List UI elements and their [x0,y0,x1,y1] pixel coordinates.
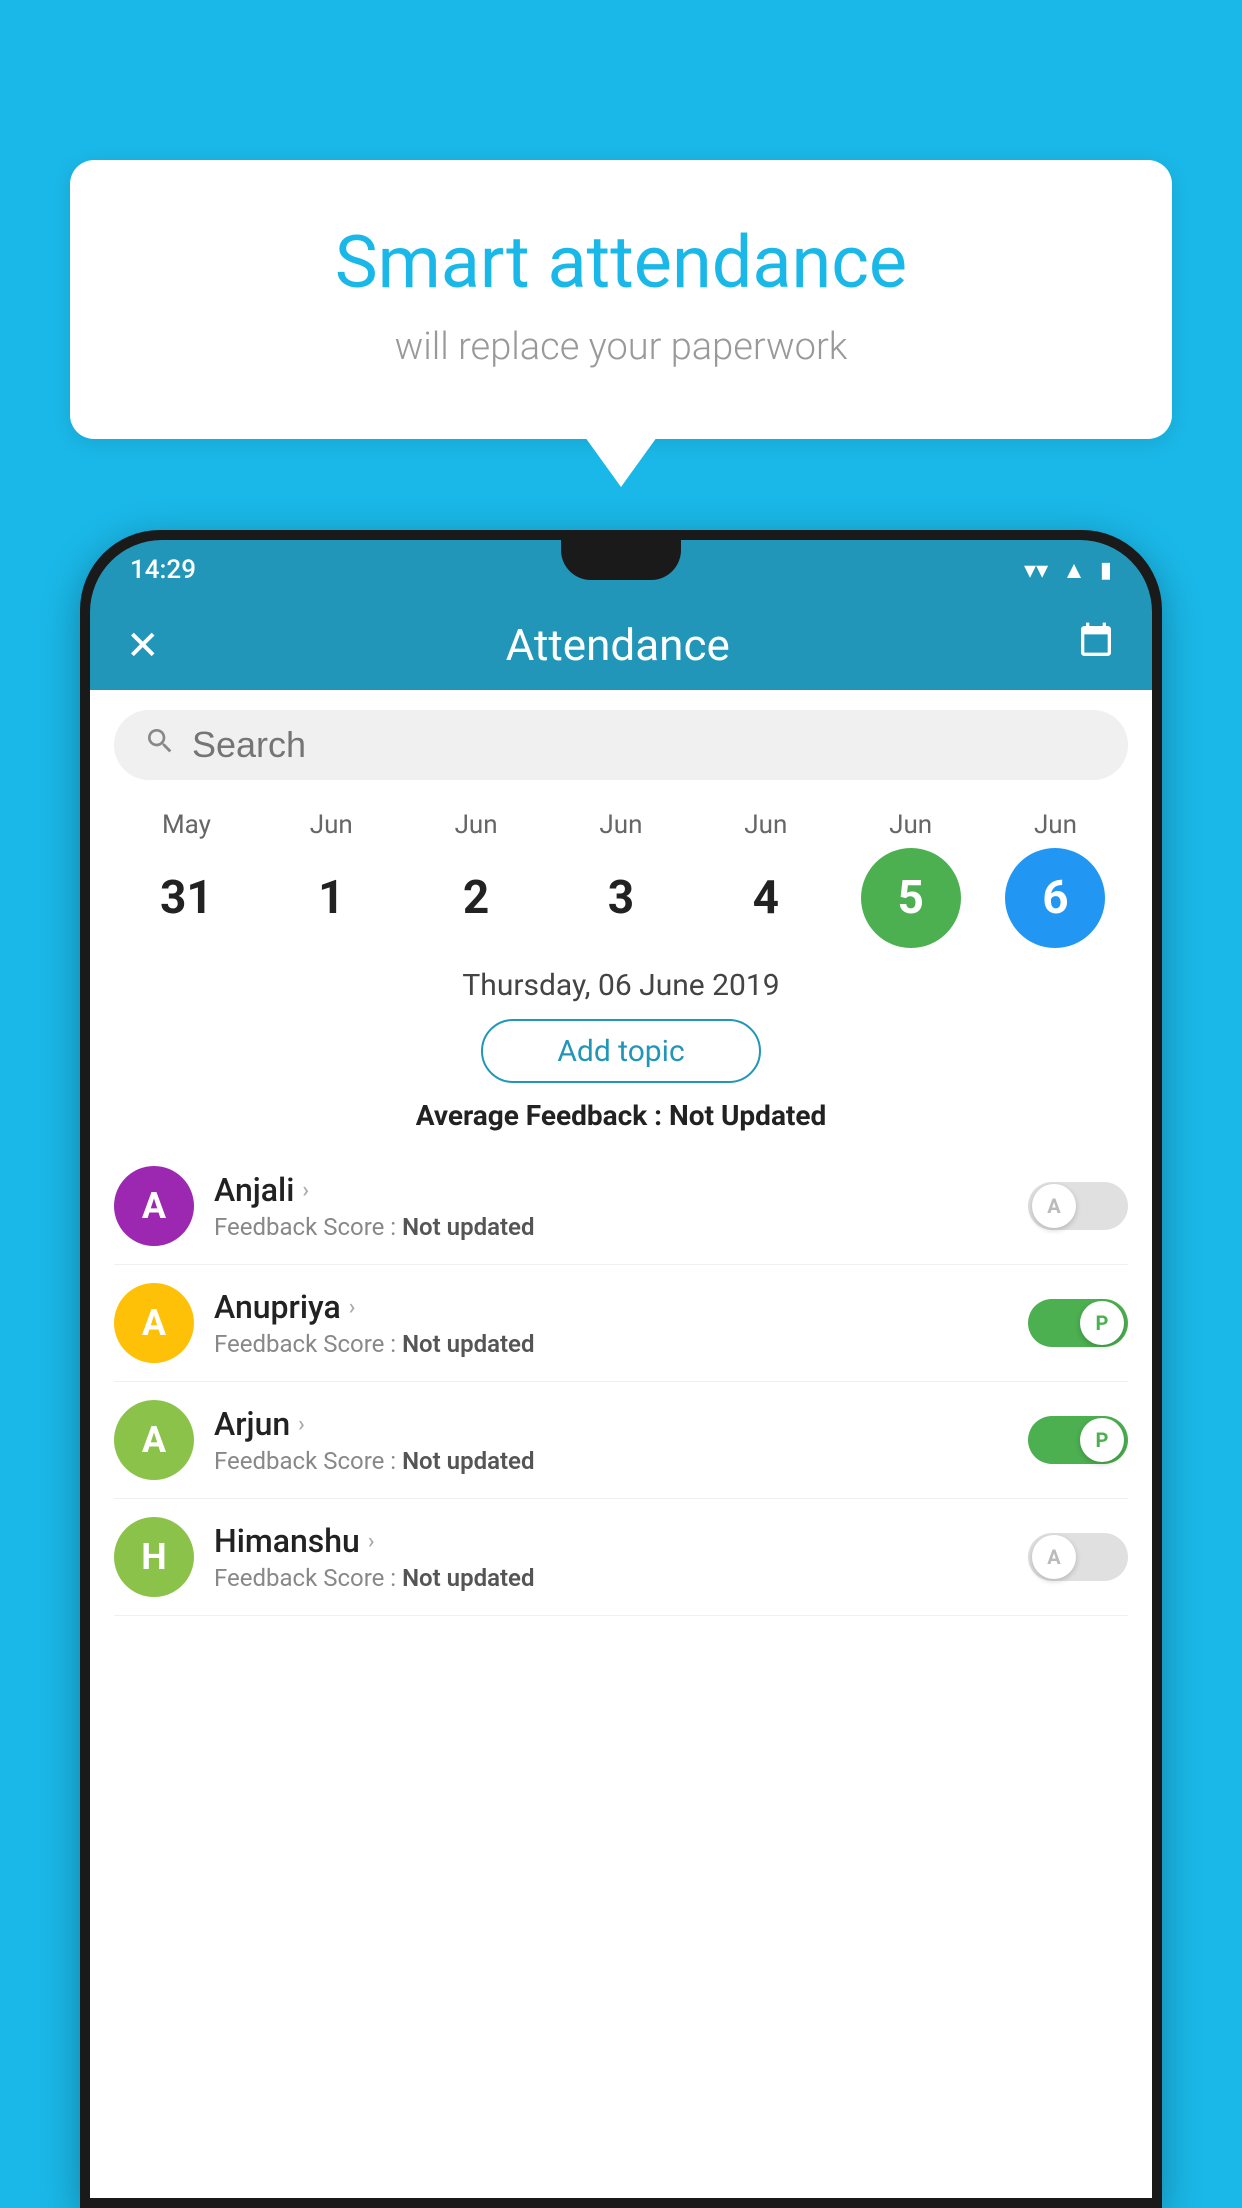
speech-bubble-container: Smart attendance will replace your paper… [70,160,1172,439]
attendance-toggle[interactable]: P [1028,1416,1128,1464]
cal-date-label: 6 [1005,848,1105,948]
cal-date-label: 2 [426,848,526,948]
cal-month-label: Jun [744,810,787,840]
toggle-knob: A [1032,1535,1076,1579]
phone-frame: 14:29 ▾▾ ▲ ▮ ✕ Attendance [80,530,1162,2208]
signal-icon: ▲ [1062,556,1086,585]
search-bar[interactable] [114,710,1128,780]
cal-month-label: May [162,810,211,840]
student-feedback: Feedback Score : Not updated [214,1330,1008,1358]
cal-date-label: 31 [136,848,236,948]
calendar-day[interactable]: Jun 6 [995,810,1115,948]
search-icon [144,725,176,765]
calendar-button[interactable] [1076,621,1116,670]
student-info[interactable]: Anjali › Feedback Score : Not updated [214,1171,1008,1241]
cal-month-label: Jun [310,810,353,840]
status-icons: ▾▾ ▲ ▮ [1024,556,1112,585]
student-item: A Arjun › Feedback Score : Not updated P [114,1382,1128,1499]
chevron-icon: › [349,1295,356,1320]
chevron-icon: › [368,1529,375,1554]
cal-date-label: 5 [861,848,961,948]
student-avatar: H [114,1517,194,1597]
cal-month-label: Jun [455,810,498,840]
bubble-subtitle: will replace your paperwork [150,325,1092,369]
student-name: Himanshu › [214,1522,1008,1560]
cal-month-label: Jun [889,810,932,840]
cal-date-label: 4 [716,848,816,948]
bubble-title: Smart attendance [150,220,1092,305]
feedback-summary: Average Feedback : Not Updated [90,1099,1152,1132]
toggle-knob: P [1080,1301,1124,1345]
toggle-knob: A [1032,1184,1076,1228]
student-name: Anjali › [214,1171,1008,1209]
student-name: Arjun › [214,1405,1008,1443]
calendar-day[interactable]: May 31 [126,810,246,948]
header-title: Attendance [506,619,730,671]
attendance-toggle[interactable]: A [1028,1182,1128,1230]
app-header: ✕ Attendance [90,600,1152,690]
toggle-knob: P [1080,1418,1124,1462]
notch [561,540,681,580]
chevron-icon: › [302,1178,309,1203]
calendar-day[interactable]: Jun 4 [706,810,826,948]
speech-bubble: Smart attendance will replace your paper… [70,160,1172,439]
wifi-icon: ▾▾ [1024,556,1048,584]
student-item: H Himanshu › Feedback Score : Not updated A [114,1499,1128,1616]
student-list: AAnjali ›Feedback Score : Not updatedAAA… [90,1148,1152,1616]
student-feedback: Feedback Score : Not updated [214,1213,1008,1241]
cal-month-label: Jun [599,810,642,840]
cal-date-label: 3 [571,848,671,948]
search-input[interactable] [192,724,1098,766]
cal-date-label: 1 [281,848,381,948]
close-button[interactable]: ✕ [126,622,160,669]
student-avatar: A [114,1283,194,1363]
calendar-day[interactable]: Jun 2 [416,810,536,948]
battery-icon: ▮ [1100,558,1112,583]
student-feedback: Feedback Score : Not updated [214,1447,1008,1475]
student-item: A Anupriya › Feedback Score : Not updated P [114,1265,1128,1382]
calendar-day[interactable]: Jun 5 [851,810,971,948]
add-topic-button[interactable]: Add topic [481,1019,761,1083]
phone-inner: 14:29 ▾▾ ▲ ▮ ✕ Attendance [90,540,1152,2198]
student-info[interactable]: Anupriya › Feedback Score : Not updated [214,1288,1008,1358]
calendar-day[interactable]: Jun 3 [561,810,681,948]
student-item: A Anjali › Feedback Score : Not updated A [114,1148,1128,1265]
calendar-strip: May 31 Jun 1 Jun 2 Jun 3 Jun 4 Jun 5 Jun 6 [90,800,1152,948]
chevron-icon: › [298,1412,305,1437]
cal-month-label: Jun [1034,810,1077,840]
student-feedback: Feedback Score : Not updated [214,1564,1008,1592]
attendance-toggle[interactable]: A [1028,1533,1128,1581]
student-name: Anupriya › [214,1288,1008,1326]
app-content: May 31 Jun 1 Jun 2 Jun 3 Jun 4 Jun 5 Jun 6 Thursday, … [90,690,1152,2198]
student-info[interactable]: Arjun › Feedback Score : Not updated [214,1405,1008,1475]
student-avatar: A [114,1400,194,1480]
student-avatar: A [114,1166,194,1246]
attendance-toggle[interactable]: P [1028,1299,1128,1347]
calendar-day[interactable]: Jun 1 [271,810,391,948]
status-time: 14:29 [130,555,196,585]
selected-date-label: Thursday, 06 June 2019 [90,968,1152,1003]
student-info[interactable]: Himanshu › Feedback Score : Not updated [214,1522,1008,1592]
